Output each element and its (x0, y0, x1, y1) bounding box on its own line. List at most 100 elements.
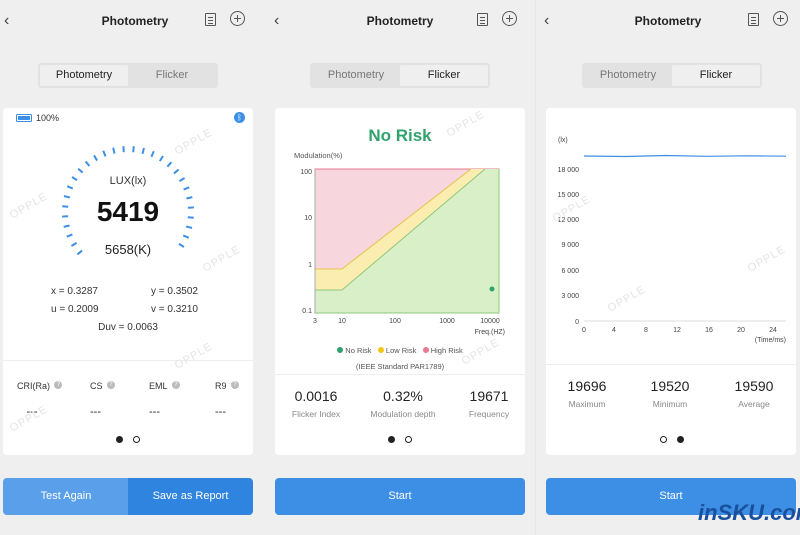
waveform-line (583, 154, 787, 158)
page-dot[interactable] (677, 436, 684, 443)
stat-label: Frequency (468, 409, 510, 419)
metric-label: R9 (215, 381, 227, 391)
page-dot[interactable] (405, 436, 412, 443)
x-tick: 20 (737, 327, 745, 334)
tab-photometry[interactable]: Photometry (40, 65, 128, 86)
gauge-tick (66, 233, 73, 238)
chroma-y: y = 0.3502 (151, 286, 198, 297)
page-indicator (388, 436, 412, 443)
tab-switcher: Photometry Flicker (38, 63, 218, 88)
report-icon[interactable] (748, 13, 759, 26)
gauge-tick (141, 147, 145, 155)
x-tick: 0 (582, 327, 586, 334)
stat-value: 0.32% (383, 388, 423, 404)
stat-maximum: 19696 Maximum (556, 378, 618, 409)
gauge-tick (183, 186, 190, 191)
y-tick: 3 000 (561, 293, 579, 300)
watermark: OPPLE (172, 340, 215, 372)
waveform-card: (lx) 18 000 15 000 12 000 9 000 6 000 3 … (546, 108, 796, 455)
metric-value: --- (149, 406, 160, 418)
metric-value: --- (90, 406, 101, 418)
brand-logo: inSKU.com (698, 500, 800, 525)
flicker-risk-card: No Risk Modulation(%) 100 10 1 0.1 3 10 … (275, 108, 525, 455)
waveform-chart: (lx) 18 000 15 000 12 000 9 000 6 000 3 … (558, 137, 787, 344)
stat-label: Minimum (652, 399, 688, 409)
tab-photometry[interactable]: Photometry (312, 65, 400, 86)
y-tick: 6 000 (561, 268, 579, 275)
page-title: Photometry (634, 14, 702, 28)
chroma-x: x = 0.3287 (51, 286, 98, 297)
tab-flicker[interactable]: Flicker (400, 65, 488, 86)
x-tick: 1000 (439, 318, 455, 325)
help-icon[interactable]: ? (106, 380, 115, 389)
page-dot[interactable] (116, 436, 123, 443)
chroma-u: u = 0.2009 (51, 304, 99, 315)
gauge-tick (166, 161, 173, 168)
legend-swatch (422, 347, 429, 353)
y-tick: 1 (308, 262, 312, 269)
tab-switcher: Photometry Flicker (310, 63, 490, 88)
x-axis-label: (Time/ms) (755, 337, 786, 344)
gauge-tick (93, 154, 98, 162)
metric-eml: EML ? --- (149, 376, 180, 418)
page-dot[interactable] (388, 436, 395, 443)
report-icon[interactable] (477, 13, 488, 26)
stat-value: 19590 (734, 378, 774, 394)
y-axis-label: Modulation(%) (294, 151, 343, 160)
y-tick: 100 (300, 169, 312, 176)
report-icon[interactable] (205, 13, 216, 26)
legend-swatch (337, 347, 344, 353)
metric-r9: R9 ? --- (215, 376, 239, 418)
gauge-tick (158, 155, 164, 162)
stat-flicker-index: 0.0016 Flicker Index (285, 388, 347, 419)
metric-value: --- (215, 406, 226, 418)
header: ‹ Photometry (265, 0, 535, 42)
risk-status: No Risk (368, 126, 432, 145)
photometry-card: 100% ᛒ LUX(lx) 5419 5658(K) x = 0.3287 y… (3, 108, 253, 455)
tab-photometry[interactable]: Photometry (584, 65, 672, 86)
stat-average: 19590 Average (723, 378, 785, 409)
gauge-tick (102, 150, 107, 157)
stat-frequency: 19671 Frequency (461, 388, 517, 419)
x-tick: 8 (644, 327, 648, 334)
tab-switcher: Photometry Flicker (582, 63, 762, 88)
tab-flicker[interactable]: Flicker (128, 65, 216, 86)
x-tick: 10000 (480, 318, 500, 325)
y-tick: 18 000 (558, 167, 580, 174)
bluetooth-icon[interactable]: ᛒ (234, 112, 245, 123)
test-again-button[interactable]: Test Again (3, 478, 129, 515)
help-icon[interactable]: ? (230, 380, 239, 389)
save-report-button[interactable]: Save as Report (128, 478, 253, 515)
add-icon[interactable] (230, 11, 245, 26)
gauge-tick (112, 147, 116, 154)
help-icon[interactable]: ? (54, 380, 63, 389)
page-dot[interactable] (660, 436, 667, 443)
stat-value: 19520 (650, 378, 690, 394)
x-tick: 10 (338, 318, 346, 325)
gauge-tick (77, 167, 84, 174)
gauge-tick (182, 234, 190, 239)
stat-minimum: 19520 Minimum (639, 378, 701, 409)
standard-note: (IEEE Standard PAR1789) (355, 362, 445, 371)
metric-label: CS (90, 381, 103, 391)
page-dot[interactable] (133, 436, 140, 443)
chroma-v: v = 0.3210 (151, 304, 198, 315)
legend-item: No Risk (345, 346, 372, 355)
x-tick: 16 (705, 327, 713, 334)
photometry-panel: ‹ Photometry Photometry Flicker 100% ᛒ L… (0, 0, 270, 535)
x-tick: 4 (612, 327, 616, 334)
stat-value: 0.0016 (294, 388, 338, 404)
tab-flicker[interactable]: Flicker (672, 65, 760, 86)
stat-value: 19696 (567, 378, 607, 394)
y-tick: 10 (304, 215, 312, 222)
page-indicator (116, 436, 140, 443)
help-icon[interactable]: ? (171, 380, 180, 389)
add-icon[interactable] (502, 11, 517, 26)
header: ‹ Photometry (0, 0, 270, 42)
legend-item: High Risk (430, 346, 463, 355)
start-button[interactable]: Start (275, 478, 525, 515)
stat-label: Average (738, 399, 770, 409)
add-icon[interactable] (773, 11, 788, 26)
page-indicator (660, 436, 684, 443)
legend-swatch (377, 347, 384, 353)
